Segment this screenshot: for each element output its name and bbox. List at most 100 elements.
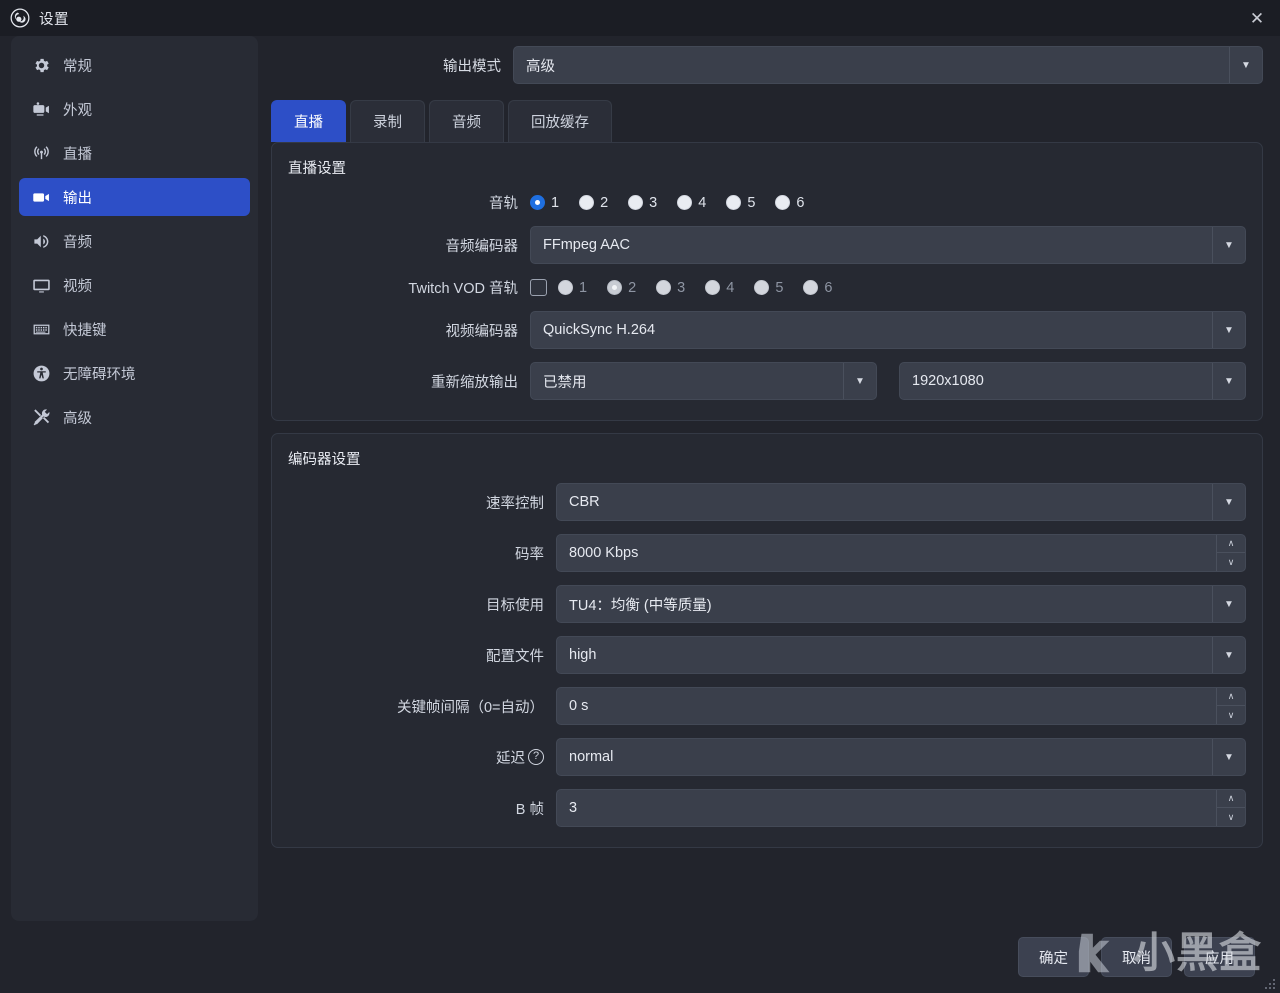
radio-icon[interactable] [656,280,672,295]
chevron-down-icon[interactable]: ▼ [843,363,876,399]
radio-icon[interactable] [754,280,770,295]
sidebar-item-video[interactable]: 视频 [19,266,250,304]
chevron-down-icon[interactable]: ▼ [1212,227,1245,263]
window-body: 常规 外观 直播 输出 音频 视频 快捷键 无障碍环境 高级 输出模式 高级 ▼… [0,36,1280,921]
settings-window: 设置 ✕ 常规 外观 直播 输出 音频 视频 快捷键 无障碍环境 高级 输出模式… [0,0,1280,993]
audio-track-option-3[interactable]: 3 [628,195,657,211]
radio-icon[interactable] [607,280,623,295]
sidebar-item-label: 直播 [63,146,92,163]
sidebar-item-output[interactable]: 输出 [19,178,250,216]
radio-icon[interactable] [775,195,791,210]
twitch-vod-option-1[interactable]: 1 [558,280,587,296]
audio-encoder-row: 音频编码器 FFmpeg AAC ▼ [288,226,1246,264]
output-mode-select[interactable]: 高级 ▼ [513,46,1263,84]
monitor-icon [31,275,51,295]
audio-encoder-select[interactable]: FFmpeg AAC ▼ [530,226,1246,264]
radio-icon[interactable] [628,195,644,210]
twitch-vod-checkbox[interactable] [530,279,547,296]
twitch-vod-option-6[interactable]: 6 [803,280,832,296]
chevron-down-icon[interactable]: ∨ [1217,553,1245,571]
sidebar-item-label: 快捷键 [63,322,107,339]
appearance-icon [31,99,51,119]
bitrate-label: 码率 [515,546,544,563]
radio-label: 3 [677,279,686,296]
audio-track-row: 音轨 1 2 3 4 5 6 [288,192,1246,213]
sidebar-item-accessibility[interactable]: 无障碍环境 [19,354,250,392]
radio-icon[interactable] [579,195,595,210]
bframes-input[interactable]: 3 ∧ ∨ [556,789,1246,827]
chevron-down-icon[interactable]: ∨ [1217,808,1245,826]
audio-track-option-6[interactable]: 6 [775,195,804,211]
chevron-down-icon[interactable]: ∨ [1217,706,1245,724]
sidebar-item-stream[interactable]: 直播 [19,134,250,172]
rescale-resolution-value: 1920x1080 [912,373,984,389]
latency-value: normal [569,749,614,765]
resize-grip[interactable] [1262,976,1275,989]
rescale-resolution-select[interactable]: 1920x1080 ▼ [899,362,1246,400]
twitch-vod-option-4[interactable]: 4 [705,280,734,296]
rescale-output-controls: 已禁用 ▼ 1920x1080 ▼ [530,362,1246,400]
audio-track-option-2[interactable]: 2 [579,195,608,211]
rescale-mode-select[interactable]: 已禁用 ▼ [530,362,877,400]
keyframe-interval-input[interactable]: 0 s ∧ ∨ [556,687,1246,725]
twitch-vod-radio-group: 1 2 3 4 5 6 [530,279,832,296]
audio-track-radio-group: 1 2 3 4 5 6 [530,195,804,211]
radio-label: 3 [649,194,658,211]
help-icon[interactable]: ? [528,749,544,765]
chevron-down-icon[interactable]: ▼ [1229,47,1262,83]
close-icon[interactable]: ✕ [1234,0,1280,36]
tab-audio[interactable]: 音频 [429,100,504,142]
audio-track-option-4[interactable]: 4 [677,195,706,211]
sidebar-item-general[interactable]: 常规 [19,46,250,84]
tools-icon [31,407,51,427]
chevron-down-icon[interactable]: ▼ [1212,363,1245,399]
chevron-up-icon[interactable]: ∧ [1217,535,1245,553]
chevron-down-icon[interactable]: ▼ [1212,484,1245,520]
twitch-vod-track-label: Twitch VOD 音轨 [408,281,518,297]
sidebar-item-label: 常规 [63,58,92,75]
tab-recording[interactable]: 录制 [350,100,425,142]
radio-icon[interactable] [705,280,721,295]
sidebar-item-appearance[interactable]: 外观 [19,90,250,128]
sidebar-item-advanced[interactable]: 高级 [19,398,250,436]
tab-replay-buffer[interactable]: 回放缓存 [508,100,612,142]
chevron-down-icon[interactable]: ▼ [1212,586,1245,622]
radio-icon[interactable] [558,280,573,295]
twitch-vod-option-2[interactable]: 2 [607,280,636,296]
cancel-button[interactable]: 取消 [1101,937,1172,977]
chevron-up-icon[interactable]: ∧ [1217,790,1245,808]
bitrate-input[interactable]: 8000 Kbps ∧ ∨ [556,534,1246,572]
apply-button[interactable]: 应用 [1184,937,1255,977]
sidebar-item-audio[interactable]: 音频 [19,222,250,260]
chevron-up-icon[interactable]: ∧ [1217,688,1245,706]
twitch-vod-option-5[interactable]: 5 [754,280,783,296]
target-usage-select[interactable]: TU4：均衡 (中等质量) ▼ [556,585,1246,623]
radio-icon[interactable] [677,195,693,210]
radio-icon[interactable] [726,195,742,210]
latency-select[interactable]: normal ▼ [556,738,1246,776]
audio-track-option-5[interactable]: 5 [726,195,755,211]
chevron-down-icon[interactable]: ▼ [1212,739,1245,775]
audio-track-option-1[interactable]: 1 [530,195,559,211]
chevron-down-icon[interactable]: ▼ [1212,312,1245,348]
ok-button[interactable]: 确定 [1018,937,1089,977]
twitch-vod-option-3[interactable]: 3 [656,280,685,296]
sidebar-item-label: 高级 [63,410,92,427]
video-encoder-select[interactable]: QuickSync H.264 ▼ [530,311,1246,349]
radio-icon[interactable] [530,195,545,210]
twitch-vod-track-row: Twitch VOD 音轨 1 2 3 4 5 6 [288,277,1246,298]
sidebar-item-label: 外观 [63,102,92,119]
radio-icon[interactable] [803,280,819,295]
rescale-output-label: 重新缩放输出 [431,374,518,391]
profile-row: 配置文件 high ▼ [288,636,1246,674]
output-mode-label: 输出模式 [443,58,501,75]
tab-label: 音频 [452,115,481,131]
tab-label: 回放缓存 [531,115,589,131]
stream-settings-panel: 直播设置 音轨 1 2 3 4 5 6 音频编码器 FFmpeg AAC ▼ T… [271,142,1263,421]
tab-streaming[interactable]: 直播 [271,100,346,142]
profile-select[interactable]: high ▼ [556,636,1246,674]
rate-control-select[interactable]: CBR ▼ [556,483,1246,521]
radio-label: 2 [600,194,609,211]
chevron-down-icon[interactable]: ▼ [1212,637,1245,673]
sidebar-item-hotkeys[interactable]: 快捷键 [19,310,250,348]
